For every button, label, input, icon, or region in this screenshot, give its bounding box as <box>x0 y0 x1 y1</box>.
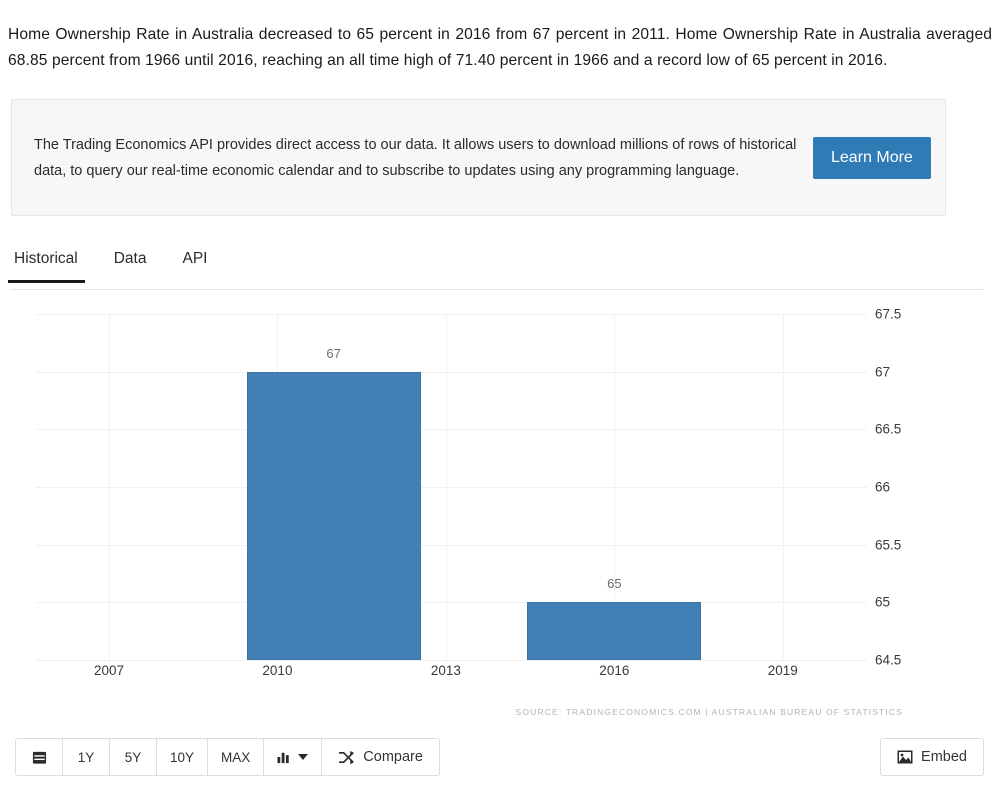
chart-source-note: SOURCE: TRADINGECONOMICS.COM | AUSTRALIA… <box>515 707 903 717</box>
range-max-button[interactable]: MAX <box>208 739 265 775</box>
chart-plot[interactable]: 67 65 <box>36 314 867 661</box>
chart-x-tick-label: 2019 <box>767 663 798 678</box>
chart-gridline-horizontal <box>36 314 867 315</box>
chart-x-tick-label: 2013 <box>430 663 461 678</box>
bar-chart-icon <box>277 750 292 764</box>
date-range-picker-button[interactable] <box>16 739 63 775</box>
chart-y-tick-label: 66.5 <box>875 421 902 437</box>
api-promo-banner: The Trading Economics API provides direc… <box>11 99 946 216</box>
chart-area: 67 65 67.5 67 66.5 66 65.5 65 64.5 2007 2010 2013… <box>0 297 1000 727</box>
compare-button[interactable]: Compare <box>322 739 439 775</box>
tab-data[interactable]: Data <box>111 246 150 282</box>
chart-gridline-vertical <box>445 314 447 660</box>
chart-x-tick-label: 2016 <box>599 663 630 678</box>
range-5y-button[interactable]: 5Y <box>110 739 157 775</box>
chart-y-tick-label: 67.5 <box>875 306 902 322</box>
chart-gridline-horizontal <box>36 487 867 488</box>
chart-gridline-vertical <box>108 314 110 660</box>
chart-gridline-horizontal <box>36 544 867 546</box>
chart-gridline-horizontal <box>36 602 867 604</box>
embed-button-label: Embed <box>921 749 967 765</box>
chart-x-tick-label: 2010 <box>262 663 293 678</box>
tab-api[interactable]: API <box>179 246 210 282</box>
image-icon <box>897 750 913 764</box>
trading-economics-chart-page: Home Ownership Rate in Australia decreas… <box>0 0 1000 802</box>
range-10y-button[interactable]: 10Y <box>157 739 209 775</box>
compare-button-label: Compare <box>363 749 423 765</box>
shuffle-icon <box>338 750 355 765</box>
learn-more-button[interactable]: Learn More <box>813 136 931 179</box>
chart-bar-value-label: 67 <box>326 345 341 361</box>
chart-y-tick-label: 65.5 <box>875 537 902 553</box>
chart-y-tick-label: 64.5 <box>875 652 902 668</box>
chart-y-tick-label: 65 <box>875 594 891 610</box>
chart-toolbar: 1Y 5Y 10Y MAX Compare <box>15 738 440 776</box>
chart-gridline-horizontal <box>36 660 867 661</box>
chart-y-tick-label: 67 <box>875 364 891 380</box>
chart-bar[interactable] <box>246 371 421 660</box>
chart-y-tick-label: 66 <box>875 479 891 495</box>
page-intro-paragraph: Home Ownership Rate in Australia decreas… <box>8 25 992 69</box>
chart-type-dropdown-button[interactable] <box>264 739 323 775</box>
chart-gridline-vertical <box>782 314 784 660</box>
chevron-down-icon <box>298 754 309 760</box>
embed-button[interactable]: Embed <box>880 738 984 776</box>
api-promo-text: The Trading Economics API provides direc… <box>34 136 797 179</box>
chart-bar[interactable] <box>527 602 702 660</box>
chart-gridline-horizontal <box>36 429 867 431</box>
calendar-icon <box>32 750 47 765</box>
tab-historical[interactable]: Historical <box>8 246 85 283</box>
chart-x-tick-label: 2007 <box>93 663 125 678</box>
chart-tabs: Historical Data API <box>8 246 983 290</box>
chart-gridline-horizontal <box>36 371 867 373</box>
chart-bar-value-label: 65 <box>607 576 622 592</box>
range-1y-button[interactable]: 1Y <box>63 739 110 775</box>
